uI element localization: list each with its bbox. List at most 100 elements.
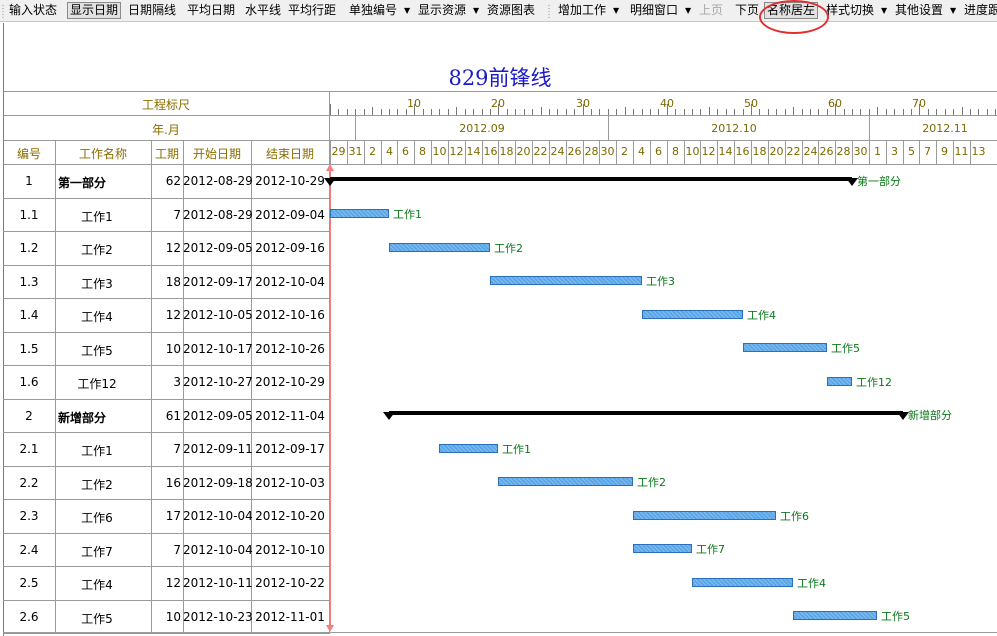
day-label: 12: [701, 145, 716, 158]
next-page-label: 下页: [735, 3, 760, 17]
progress-tracking-button[interactable]: 进度跟: [962, 2, 997, 19]
chevron-down-icon: ▼: [685, 6, 692, 15]
task-bar[interactable]: [330, 209, 389, 218]
show-date-label: 显示日期: [70, 3, 119, 17]
bar-label: 工作1: [393, 208, 422, 221]
date-gridline-button[interactable]: 日期隔线: [126, 2, 178, 19]
task-end-date: 2012-10-20: [255, 509, 325, 523]
toolbar: 输入状态 显示日期 日期隔线 平均日期 水平线 平均行距 单独编号 ▼ 显示资源 ▼ 资源图表 增加工…: [0, 0, 997, 22]
other-settings-label: 其他设置: [895, 3, 944, 17]
show-date-button[interactable]: 显示日期: [67, 2, 122, 19]
ruler-tick: [684, 109, 685, 115]
day-label: 2: [621, 145, 628, 158]
task-duration: 7: [173, 442, 181, 456]
detail-window-label: 明细窗口: [630, 3, 679, 17]
ruler-tick: [524, 109, 525, 115]
ruler-tick: [869, 109, 870, 115]
task-duration: 16: [165, 476, 181, 490]
summary-start-marker: [324, 178, 336, 186]
next-page-button[interactable]: 下页: [733, 2, 761, 19]
name-align-left-button[interactable]: 名称居左: [764, 2, 819, 19]
task-duration: 10: [165, 342, 181, 356]
task-bar[interactable]: [389, 243, 490, 252]
task-name: 工作2: [81, 243, 113, 257]
task-bar[interactable]: [642, 310, 743, 319]
bottom-rule: [3, 632, 997, 633]
task-name: 工作7: [81, 545, 113, 559]
ruler-tick: [456, 107, 457, 115]
column-header-duration: 工期: [154, 147, 179, 161]
task-id: 1.4: [19, 308, 39, 322]
date-gridline-label: 日期隔线: [128, 3, 177, 17]
bar-label: 工作3: [646, 275, 675, 288]
task-id: 1: [25, 174, 33, 188]
ruler-tick: [397, 109, 398, 115]
average-row-spacing-button[interactable]: 平均行距: [286, 2, 338, 19]
task-start-date: 2012-09-11: [183, 442, 253, 456]
task-id: 1.6: [19, 375, 39, 389]
bar-label: 工作4: [747, 309, 776, 322]
task-start-date: 2012-08-29: [183, 174, 253, 188]
task-bar[interactable]: [692, 578, 793, 587]
task-end-date: 2012-09-17: [255, 442, 325, 456]
summary-bar[interactable]: [389, 411, 903, 415]
day-label: 7: [924, 145, 931, 158]
ruler-tick: [970, 109, 971, 115]
task-bar[interactable]: [633, 511, 776, 520]
task-end-date: 2012-10-26: [255, 342, 325, 356]
day-label: 10: [432, 145, 447, 158]
day-label: 6: [655, 145, 662, 158]
front-line-top-arrow: [326, 164, 334, 171]
ruler-tick: [549, 109, 550, 115]
task-bar[interactable]: [633, 544, 692, 553]
task-id: 2.3: [19, 509, 39, 523]
resource-chart-button[interactable]: 资源图表: [485, 2, 537, 19]
day-label: 16: [483, 145, 498, 158]
average-date-label: 平均日期: [187, 3, 236, 17]
task-duration: 12: [165, 241, 181, 255]
add-work-button[interactable]: 增加工作 ▼: [556, 2, 621, 19]
task-duration: 61: [165, 409, 181, 423]
day-label: 8: [672, 145, 679, 158]
task-bar[interactable]: [490, 276, 642, 285]
input-status-button[interactable]: 输入状态: [7, 2, 59, 19]
style-switch-button[interactable]: 样式切换 ▼: [824, 2, 889, 19]
day-label: 10: [685, 145, 700, 158]
toolbar-separator: [2, 4, 4, 18]
ruler-tick: [566, 109, 567, 115]
separate-numbering-button[interactable]: 单独编号 ▼: [347, 2, 412, 19]
task-name: 工作5: [81, 344, 113, 358]
day-label: 20: [769, 145, 784, 158]
ruler-tick: [945, 109, 946, 115]
task-bar[interactable]: [793, 611, 877, 620]
task-start-date: 2012-10-17: [183, 342, 253, 356]
task-id: 2.2: [19, 476, 39, 490]
bar-label: 工作1: [502, 443, 531, 456]
toolbar-separator: [548, 4, 550, 18]
task-name: 工作1: [81, 210, 113, 224]
horizontal-line-button[interactable]: 水平线: [243, 2, 283, 19]
task-bar[interactable]: [498, 477, 633, 486]
day-label: 18: [752, 145, 767, 158]
ruler-tick: [625, 107, 626, 115]
day-label: 11: [954, 145, 969, 158]
other-settings-button[interactable]: 其他设置 ▼: [893, 2, 958, 19]
ruler-tick: [599, 109, 600, 115]
task-bar[interactable]: [439, 444, 498, 453]
average-date-button[interactable]: 平均日期: [185, 2, 237, 19]
summary-bar[interactable]: [330, 177, 852, 181]
day-label: 6: [402, 145, 409, 158]
detail-window-button[interactable]: 明细窗口 ▼: [628, 2, 693, 19]
day-label: 26: [567, 145, 582, 158]
ruler-tick: [802, 109, 803, 115]
show-resources-button[interactable]: 显示资源 ▼: [416, 2, 481, 19]
bar-label: 工作6: [780, 510, 809, 523]
day-label: 2: [369, 145, 376, 158]
ruler-tick: [473, 109, 474, 115]
bar-label: 工作4: [797, 577, 826, 590]
task-bar[interactable]: [743, 343, 827, 352]
task-bar[interactable]: [827, 377, 852, 386]
header-rule: [3, 115, 997, 116]
day-label: 29: [331, 145, 346, 158]
month-divider: [355, 116, 356, 140]
